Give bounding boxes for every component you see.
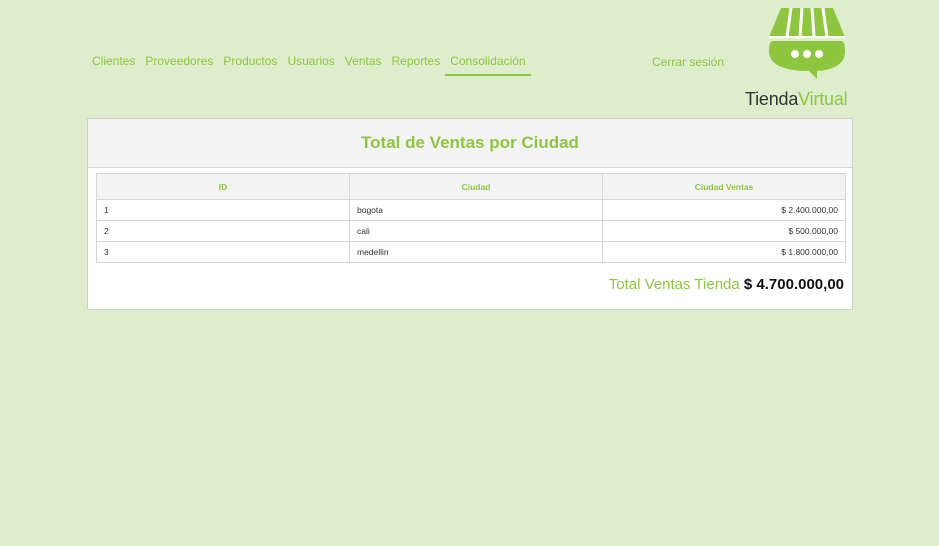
col-header-ciudad: Ciudad	[349, 173, 603, 200]
cell-ciudad: cali	[349, 220, 603, 242]
logout-link[interactable]: Cerrar sesión	[652, 55, 724, 69]
panel-header: Total de Ventas por Ciudad	[88, 119, 852, 168]
logo-text: TiendaVirtual	[745, 89, 848, 110]
table-row: 3 medellin $ 1.800.000,00	[96, 241, 846, 263]
cell-ciudad: medellin	[349, 241, 603, 263]
cell-id: 1	[96, 199, 350, 221]
logo-text-part1: Tienda	[745, 89, 799, 109]
cell-ventas: $ 500.000,00	[602, 220, 846, 242]
total-sales: Total Ventas Tienda $ 4.700.000,00	[609, 276, 844, 293]
cell-ventas: $ 1.800.000,00	[602, 241, 846, 263]
cell-id: 2	[96, 220, 350, 242]
total-sales-label: Total Ventas Tienda	[608, 276, 740, 293]
logo-text-part2: Virtual	[798, 89, 848, 109]
total-sales-value: $ 4.700.000,00	[743, 276, 844, 293]
table-row: 2 cali $ 500.000,00	[96, 220, 846, 242]
nav-consolidacion[interactable]: Consolidación	[445, 52, 531, 76]
sales-panel: Total de Ventas por Ciudad ID Ciudad Ciu…	[87, 118, 853, 310]
cell-id: 3	[96, 241, 350, 263]
table-row: 1 bogota $ 2.400.000,00	[96, 199, 846, 221]
sales-table: ID Ciudad Ciudad Ventas 1 bogota $ 2.400…	[96, 173, 846, 263]
cell-ciudad: bogota	[349, 199, 603, 221]
main-nav: Clientes Proveedores Productos Usuarios …	[87, 52, 531, 76]
nav-proveedores[interactable]: Proveedores	[140, 52, 218, 76]
col-header-id: ID	[96, 173, 350, 200]
col-header-ciudad-ventas: Ciudad Ventas	[602, 173, 846, 200]
nav-clientes[interactable]: Clientes	[87, 52, 140, 76]
nav-productos[interactable]: Productos	[218, 52, 282, 76]
store-logo: TiendaVirtual	[745, 5, 860, 110]
table-header-row: ID Ciudad Ciudad Ventas	[96, 173, 846, 200]
nav-ventas[interactable]: Ventas	[340, 52, 387, 76]
store-awning-chat-icon	[769, 7, 845, 79]
panel-title: Total de Ventas por Ciudad	[361, 133, 579, 152]
nav-usuarios[interactable]: Usuarios	[282, 52, 339, 76]
nav-reportes[interactable]: Reportes	[387, 52, 446, 76]
cell-ventas: $ 2.400.000,00	[602, 199, 846, 221]
